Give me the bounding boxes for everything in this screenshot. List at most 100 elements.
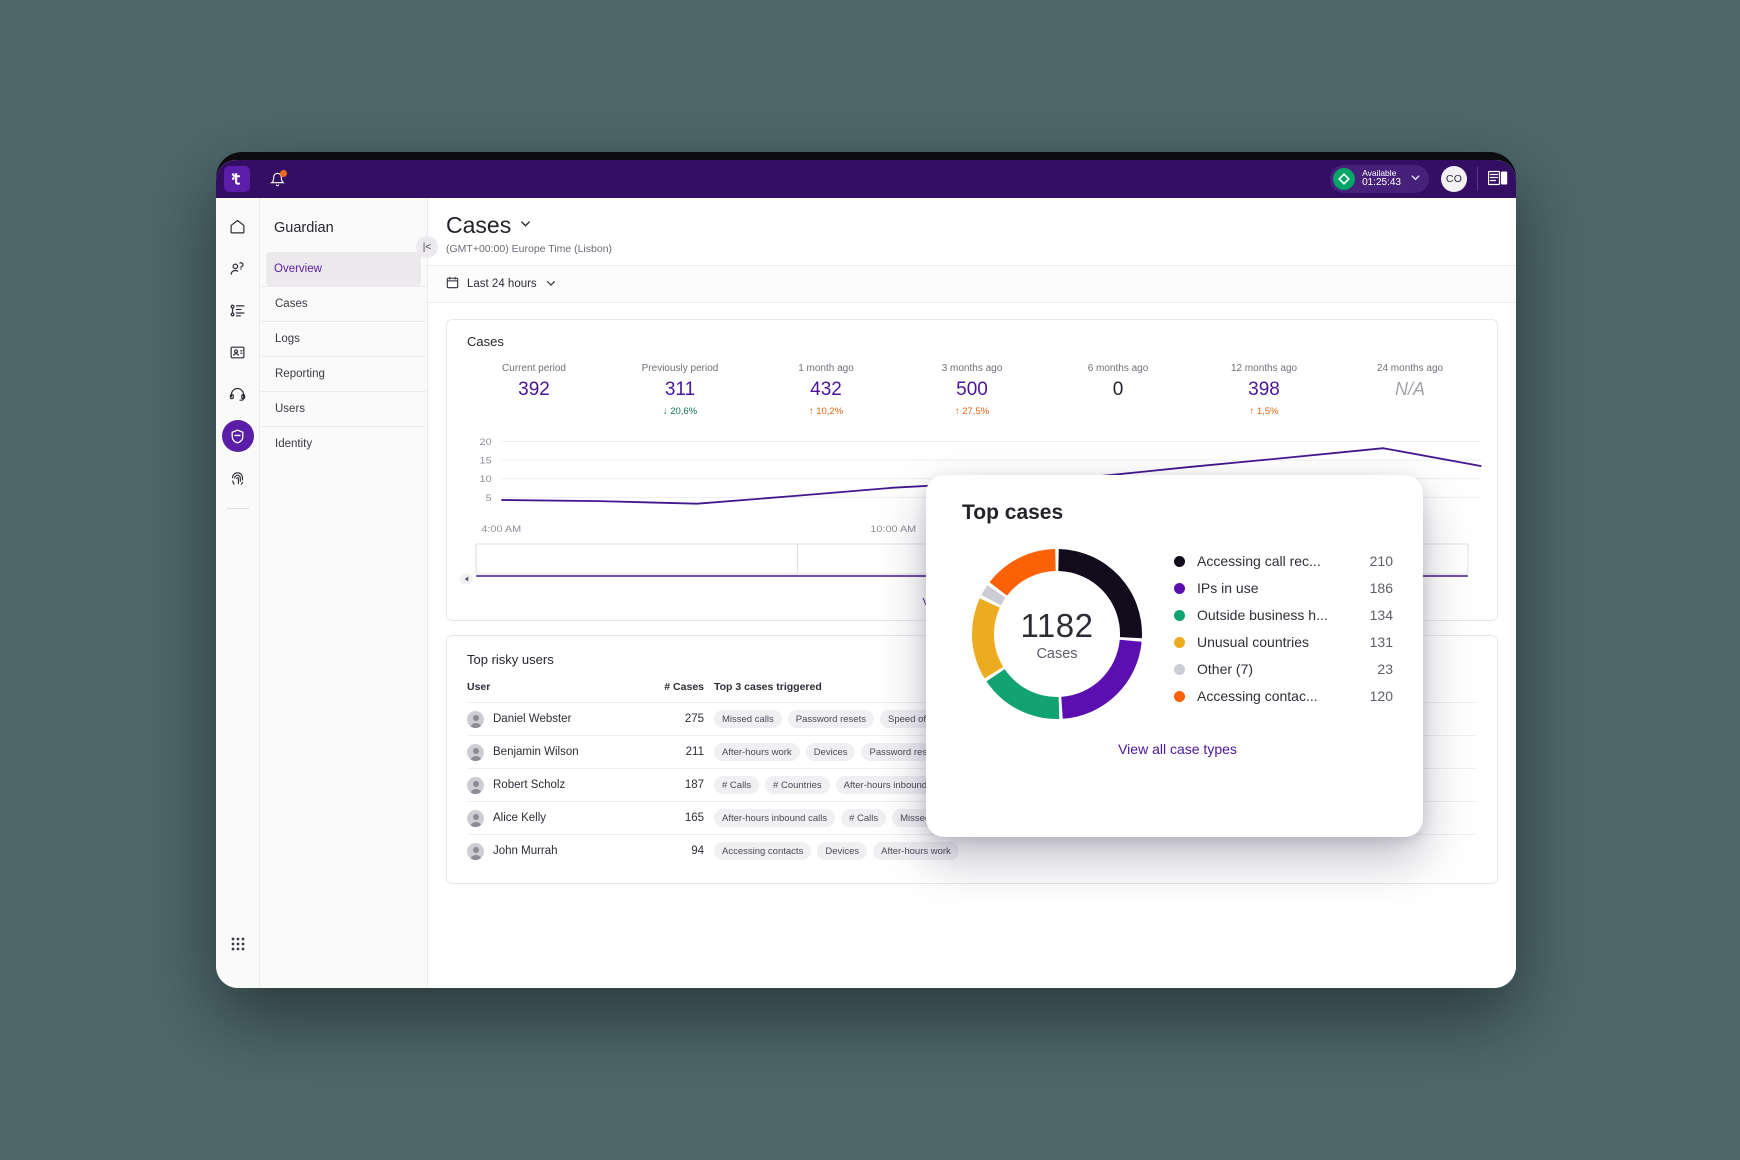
legend-label: Accessing contac... (1197, 688, 1318, 704)
customer-icon[interactable] (222, 252, 254, 284)
case-tag[interactable]: Devices (805, 743, 856, 761)
chevron-down-icon[interactable] (519, 217, 532, 235)
metric-delta-value: 20,6% (670, 406, 698, 417)
legend-value: 210 (1369, 553, 1393, 569)
chevron-down-icon[interactable] (545, 277, 557, 292)
notifications-bell-button[interactable] (262, 164, 292, 194)
headset-icon[interactable] (222, 378, 254, 410)
user-name: John Murrah (493, 845, 558, 857)
user-cell: Alice Kelly (467, 801, 642, 835)
metric-value: 398 (1248, 379, 1280, 400)
case-tag[interactable]: # Countries (765, 776, 830, 794)
shield-icon[interactable] (221, 420, 254, 452)
svg-text:10:00 AM: 10:00 AM (870, 525, 916, 535)
fingerprint-icon[interactable] (222, 462, 254, 494)
agent-status-pill[interactable]: Available 01:25:43 (1330, 165, 1429, 193)
table-row[interactable]: John Murrah 94 Accessing contacts Devices… (467, 834, 1477, 867)
chevron-down-icon[interactable] (1410, 170, 1421, 188)
metric-delta: ↑ 27,5% (954, 406, 990, 417)
legend-row[interactable]: IPs in use 186 (1174, 580, 1393, 596)
top-cases-body: 1182 Cases Accessing call rec... 210 IPs… (962, 539, 1393, 729)
user-cell: Daniel Webster (467, 702, 642, 736)
top-cases-legend: Accessing call rec... 210 IPs in use 186… (1152, 553, 1393, 715)
panel-layout-icon[interactable] (1487, 170, 1510, 188)
metric-delta: ↑ 1,5% (1249, 406, 1279, 417)
avatar (467, 743, 484, 761)
metric-value: N/A (1394, 379, 1425, 399)
legend-value: 186 (1369, 580, 1393, 596)
metric-3-months-ago: 3 months ago 500 ↑ 27,5% (899, 363, 1045, 418)
svg-text:10: 10 (480, 475, 493, 485)
metric-value: 0 (1112, 379, 1124, 400)
view-all-case-types-link[interactable]: View all case types (1118, 741, 1237, 757)
case-tag[interactable]: Accessing contacts (714, 842, 812, 860)
case-tag[interactable]: After-hours work (873, 842, 959, 860)
case-tag[interactable]: Missed calls (714, 710, 782, 728)
legend-row[interactable]: Accessing call rec... 210 (1174, 553, 1393, 569)
metric-label: 24 months ago (1376, 363, 1444, 374)
metric-label: Previously period (641, 363, 719, 374)
case-count: 94 (642, 834, 714, 867)
metric-label: Current period (502, 363, 566, 374)
sidebar-item-logs[interactable]: Logs (261, 321, 426, 356)
sidebar-item-cases[interactable]: Cases (261, 286, 426, 321)
legend-value: 131 (1369, 634, 1393, 650)
metric-label: 1 month ago (798, 363, 854, 374)
case-tag[interactable]: Password resets (787, 710, 874, 728)
metric-6-months-ago: 6 months ago 0 (1045, 363, 1191, 418)
page-title: Cases (446, 212, 512, 238)
legend-value: 23 (1377, 661, 1393, 677)
svg-text:4:00 AM: 4:00 AM (481, 525, 521, 535)
legend-label: Other (7) (1197, 661, 1254, 677)
notification-badge-dot (280, 170, 287, 177)
sidebar-item-reporting[interactable]: Reporting (261, 356, 426, 391)
apps-grid-icon[interactable] (222, 928, 254, 960)
home-icon[interactable] (222, 210, 254, 242)
donut-total-value: 1182 (1020, 606, 1094, 644)
brand-logo-icon[interactable] (224, 166, 250, 192)
queue-list-icon[interactable] (222, 294, 254, 326)
sidebar-item-identity[interactable]: Identity (261, 426, 426, 461)
metric-value: 500 (956, 379, 988, 400)
svg-text:5: 5 (486, 494, 493, 504)
contact-card-icon[interactable] (222, 336, 254, 368)
case-tag[interactable]: # Calls (841, 809, 887, 827)
metric-delta (1337, 405, 1483, 417)
legend-label: Outside business h... (1197, 607, 1328, 623)
metric-label: 6 months ago (1087, 363, 1149, 374)
donut-center-label: 1182 Cases (962, 539, 1152, 729)
user-avatar[interactable]: CO (1441, 166, 1467, 192)
top-cases-donut-chart: 1182 Cases (962, 539, 1152, 729)
page-header: Cases (GMT+00:00) Europe Time (Lisbon) (428, 198, 1516, 265)
metric-delta: ↓ 20,6% (662, 406, 698, 417)
sidebar-item-users[interactable]: Users (261, 391, 426, 426)
legend-row[interactable]: Outside business h... 134 (1174, 607, 1393, 623)
sidebar-collapse-button[interactable]: |< (416, 236, 438, 258)
legend-row[interactable]: Other (7) 23 (1174, 661, 1393, 677)
screenshot-stage: Available 01:25:43 CO Guardian Overview … (0, 0, 1740, 1160)
legend-color-dot (1174, 690, 1185, 702)
sidebar-item-overview[interactable]: Overview (266, 252, 421, 286)
top-cases-panel: Top cases 1182 Cases Accessing call rec.… (926, 475, 1423, 837)
user-cell: John Murrah (467, 834, 642, 867)
svg-text:15: 15 (480, 456, 493, 466)
case-tag[interactable]: After-hours work (714, 743, 800, 761)
col-cases: # Cases (664, 681, 704, 693)
legend-label: Accessing call rec... (1197, 553, 1321, 569)
legend-label: IPs in use (1197, 580, 1259, 596)
col-user: User (467, 681, 491, 693)
metric-label: 3 months ago (941, 363, 1003, 374)
filter-bar: Last 24 hours (428, 265, 1516, 303)
legend-row[interactable]: Unusual countries 131 (1174, 634, 1393, 650)
metric-current-period: Current period 392 (461, 363, 607, 418)
case-tag[interactable]: After-hours inbound calls (714, 809, 836, 827)
case-tag[interactable]: Devices (817, 842, 868, 860)
legend-row[interactable]: Accessing contac... 120 (1174, 688, 1393, 704)
svg-text:20: 20 (480, 438, 493, 448)
page-title-row: Cases (446, 212, 1516, 239)
date-range-filter[interactable]: Last 24 hours (446, 276, 557, 292)
legend-color-dot (1174, 555, 1185, 567)
legend-value: 120 (1369, 688, 1393, 704)
avatar (467, 809, 484, 827)
case-tag[interactable]: # Calls (714, 776, 760, 794)
